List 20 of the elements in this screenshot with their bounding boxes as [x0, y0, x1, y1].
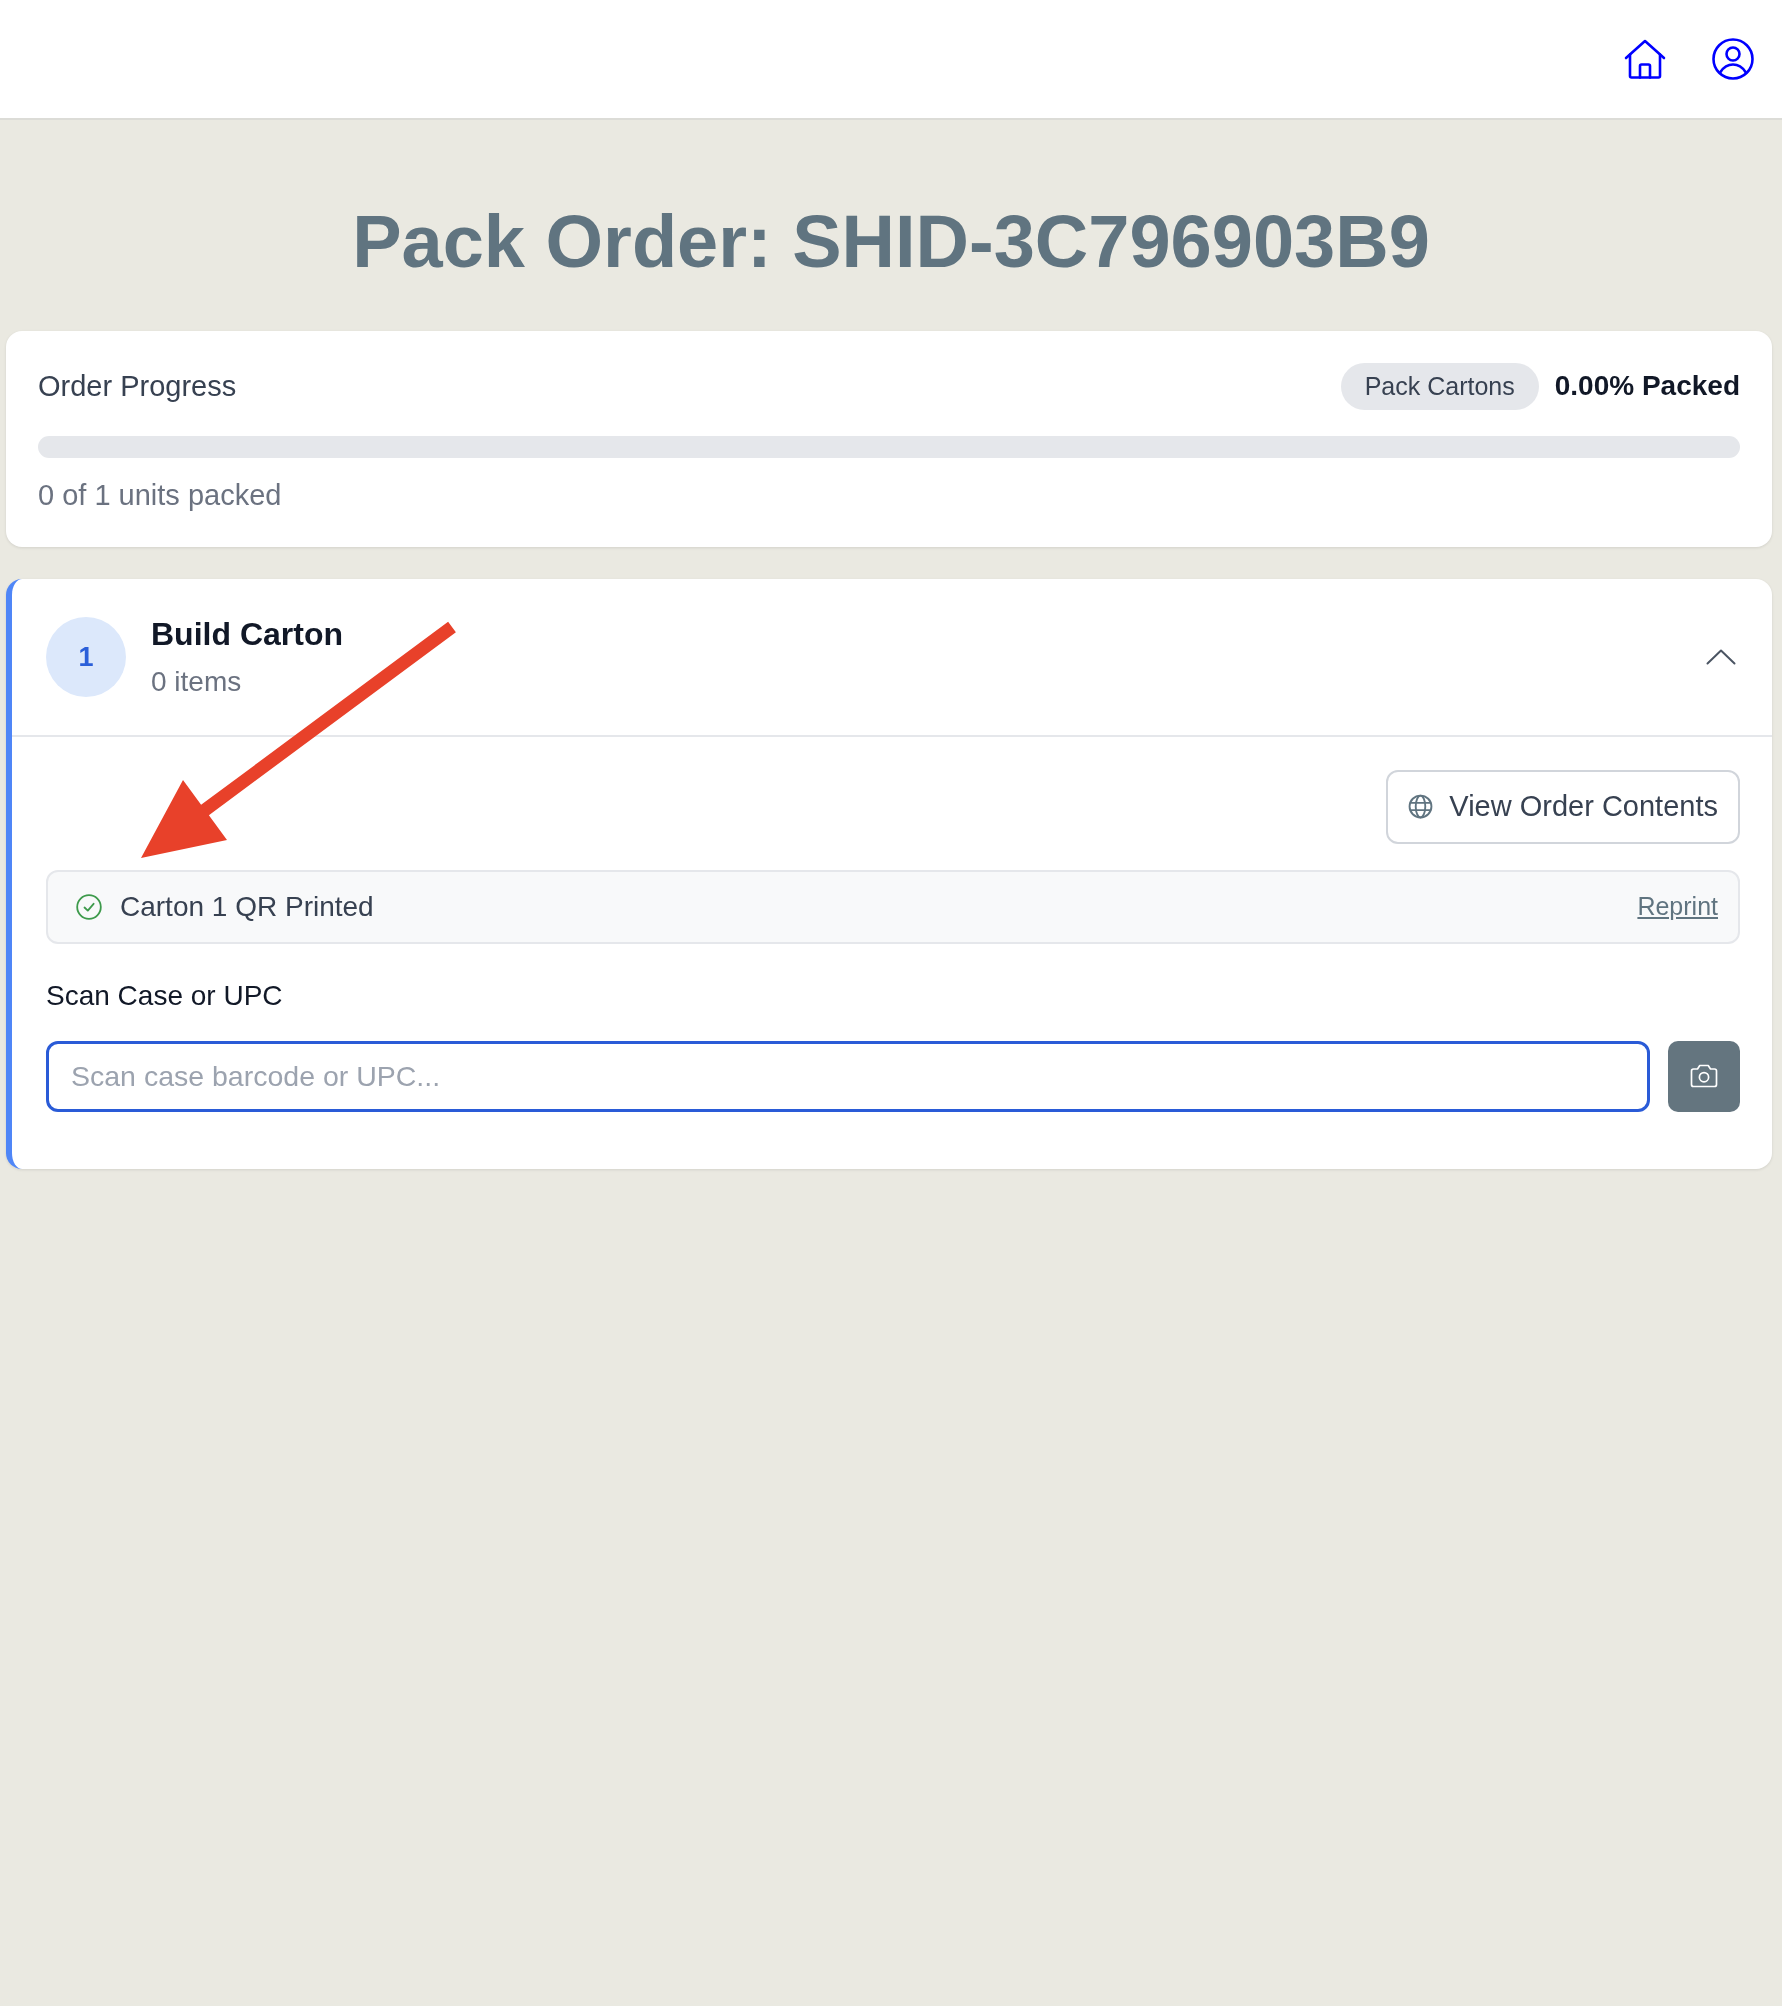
section-label: Order Progress	[38, 368, 237, 404]
home-icon[interactable]	[1624, 38, 1666, 80]
units-packed-text: 0 of 1 units packed	[38, 477, 282, 513]
carton-item-count: 0 items	[151, 664, 242, 699]
view-order-contents-button[interactable]: View Order Contents	[1386, 769, 1740, 844]
percent-packed-text: 0.00% Packed	[1554, 369, 1740, 404]
qr-status-text: Carton 1 QR Printed	[120, 889, 374, 924]
carton-title: Build Carton	[151, 614, 343, 654]
page-title: Pack Order: SHID-3C796903B9	[352, 199, 1430, 285]
camera-button[interactable]	[1668, 1040, 1740, 1112]
stage-badge: Pack Cartons	[1340, 362, 1539, 410]
step-number: 1	[46, 616, 126, 697]
globe-icon	[1408, 794, 1434, 820]
user-account-icon[interactable]	[1712, 38, 1754, 80]
scan-field-label: Scan Case or UPC	[46, 978, 283, 1013]
camera-icon	[1690, 1064, 1718, 1089]
check-circle-icon	[76, 893, 102, 920]
chevron-up-icon[interactable]	[1706, 648, 1736, 665]
reprint-link[interactable]: Reprint	[1637, 888, 1718, 926]
scan-input-field[interactable]: Scan case barcode or UPC...	[46, 1040, 1650, 1112]
